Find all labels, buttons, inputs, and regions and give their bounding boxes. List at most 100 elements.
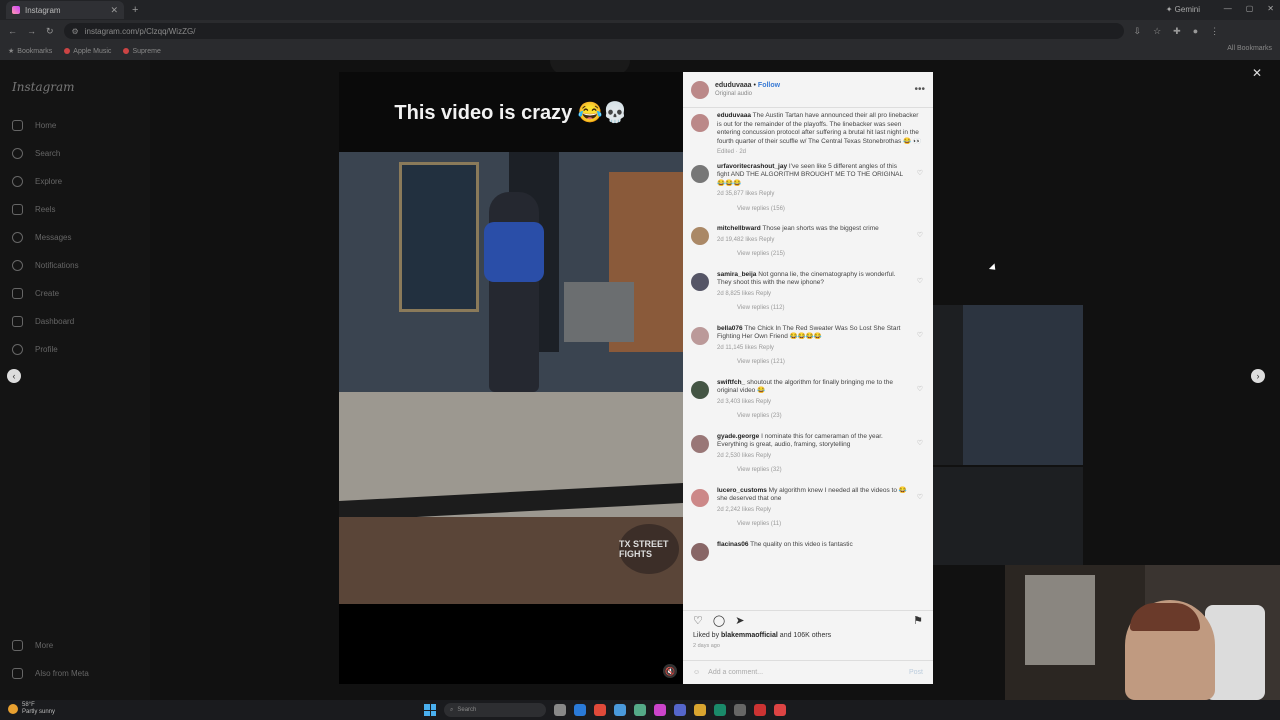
reload-icon[interactable]: ↻: [46, 26, 54, 37]
follow-button[interactable]: Follow: [758, 82, 780, 89]
caption-username[interactable]: eduduvaaa: [717, 112, 751, 119]
comment-input[interactable]: Add a comment...: [708, 669, 763, 676]
author-avatar[interactable]: [691, 80, 709, 99]
app-icon[interactable]: [634, 704, 646, 716]
nav-notifications[interactable]: Notifications: [12, 260, 79, 271]
extensions-icon[interactable]: ✚: [1173, 26, 1181, 37]
chrome-icon[interactable]: [774, 704, 786, 716]
forward-icon[interactable]: →: [27, 26, 36, 36]
like-comment-icon[interactable]: ♡: [917, 277, 923, 319]
back-icon[interactable]: ←: [8, 26, 17, 36]
nav-home[interactable]: Home: [12, 120, 56, 131]
taskbar-search[interactable]: ⌕ Search: [444, 703, 546, 717]
like-comment-icon[interactable]: ♡: [917, 439, 923, 481]
view-replies[interactable]: View replies (32): [737, 466, 909, 475]
nav-messages[interactable]: Messages: [12, 232, 71, 243]
comment-username[interactable]: urfavoritecrashout_jay: [717, 163, 787, 170]
nav-explore[interactable]: Explore: [12, 176, 62, 187]
close-window-icon[interactable]: ✕: [1267, 4, 1274, 13]
comment-username[interactable]: gyade.george: [717, 433, 759, 440]
store-icon[interactable]: [614, 704, 626, 716]
audio-label[interactable]: Original audio: [715, 90, 780, 99]
author-username[interactable]: eduduvaaa: [715, 82, 752, 89]
tab-instagram[interactable]: Instagram ✕: [6, 1, 124, 19]
view-replies[interactable]: View replies (121): [737, 358, 909, 367]
maximize-icon[interactable]: ▢: [1246, 4, 1254, 13]
app-icon[interactable]: [734, 704, 746, 716]
like-icon[interactable]: ♡: [693, 614, 703, 627]
commenter-avatar[interactable]: [691, 542, 709, 561]
view-replies[interactable]: View replies (215): [737, 250, 909, 259]
commenter-avatar[interactable]: [691, 326, 709, 345]
nav-create[interactable]: Create: [12, 288, 59, 299]
more-options-icon[interactable]: •••: [914, 84, 925, 95]
bookmark-item[interactable]: Apple Music: [64, 48, 111, 55]
bookmark-item[interactable]: ★ Bookmarks: [8, 47, 52, 56]
commenter-avatar[interactable]: [691, 434, 709, 453]
profile-icon[interactable]: ●: [1193, 26, 1198, 37]
nav-reels[interactable]: Reels: [12, 204, 55, 215]
comment-username[interactable]: bella076: [717, 325, 743, 332]
comment-username[interactable]: flacinas06: [717, 541, 748, 548]
discord-icon[interactable]: [674, 704, 686, 716]
bookmark-icon[interactable]: ⚑: [913, 614, 923, 627]
app-icon[interactable]: [714, 704, 726, 716]
commenter-avatar[interactable]: [691, 272, 709, 291]
likes-user[interactable]: blakemmaofficial: [721, 632, 778, 639]
nav-search[interactable]: Search: [12, 148, 60, 159]
address-bar[interactable]: ⚙ instagram.com/p/Clzqq/WizZG/: [63, 23, 1124, 39]
comment-username[interactable]: lucero_customs: [717, 487, 767, 494]
weather-widget[interactable]: 58°F Partly sunny: [8, 702, 55, 716]
nav-more[interactable]: More: [12, 640, 53, 651]
menu-icon[interactable]: ⋮: [1210, 26, 1219, 37]
comment-username[interactable]: samira_beija: [717, 271, 756, 278]
comment-icon[interactable]: ◯: [713, 614, 725, 627]
comments-list[interactable]: eduduvaaa The Austin Tartan have announc…: [683, 112, 933, 602]
close-tab-icon[interactable]: ✕: [110, 5, 118, 16]
install-icon[interactable]: ⇩: [1134, 26, 1142, 37]
instagram-logo[interactable]: Instagram: [12, 80, 75, 94]
mute-icon[interactable]: 🔇: [663, 664, 677, 678]
like-comment-icon[interactable]: ♡: [917, 493, 923, 535]
previous-post-icon[interactable]: ‹: [7, 369, 21, 383]
chrome-icon[interactable]: [594, 704, 606, 716]
like-comment-icon[interactable]: ♡: [917, 331, 923, 373]
like-comment-icon[interactable]: ♡: [917, 385, 923, 427]
nav-dashboard[interactable]: Dashboard: [12, 316, 74, 327]
like-comment-icon[interactable]: ♡: [917, 231, 923, 265]
app-icon[interactable]: [754, 704, 766, 716]
commenter-avatar[interactable]: [691, 227, 709, 245]
post-video[interactable]: This video is crazy 😂💀 TX STREET FIGHTS …: [339, 72, 683, 684]
view-replies[interactable]: View replies (112): [737, 304, 909, 313]
view-replies[interactable]: View replies (23): [737, 412, 909, 421]
comment-username[interactable]: swiftfch_: [717, 379, 745, 386]
task-view-icon[interactable]: [554, 704, 566, 716]
nav-profile[interactable]: Profile: [12, 344, 58, 355]
edge-icon[interactable]: [574, 704, 586, 716]
share-icon[interactable]: ➤: [735, 614, 744, 627]
view-replies[interactable]: View replies (156): [737, 205, 909, 214]
commenter-avatar[interactable]: [691, 488, 709, 507]
gemini-button[interactable]: ✦ Gemini: [1166, 5, 1200, 14]
close-modal-icon[interactable]: ✕: [1252, 66, 1262, 80]
file-explorer-icon[interactable]: [694, 704, 706, 716]
new-tab-icon[interactable]: +: [132, 4, 138, 16]
likes-suffix[interactable]: and 106K others: [780, 632, 831, 639]
commenter-avatar[interactable]: [691, 380, 709, 399]
star-icon[interactable]: ☆: [1153, 26, 1161, 37]
site-info-icon[interactable]: ⚙: [72, 27, 79, 36]
emoji-icon[interactable]: ☺: [693, 669, 700, 676]
minimize-icon[interactable]: —: [1224, 4, 1232, 13]
view-replies[interactable]: View replies (11): [737, 520, 909, 529]
nav-also-from-meta[interactable]: Also from Meta: [12, 668, 89, 679]
next-post-icon[interactable]: ›: [1251, 369, 1265, 383]
commenter-avatar[interactable]: [691, 164, 709, 183]
app-icon[interactable]: [654, 704, 666, 716]
author-avatar[interactable]: [691, 114, 709, 132]
likes-summary[interactable]: Liked by blakemmaofficial and 106K other…: [693, 632, 831, 639]
comment-username[interactable]: mitchellbward: [717, 225, 761, 232]
bookmark-item[interactable]: Supreme: [123, 48, 161, 55]
all-bookmarks[interactable]: All Bookmarks: [1227, 45, 1272, 52]
post-comment-button[interactable]: Post: [909, 669, 923, 676]
like-comment-icon[interactable]: ♡: [917, 169, 923, 220]
